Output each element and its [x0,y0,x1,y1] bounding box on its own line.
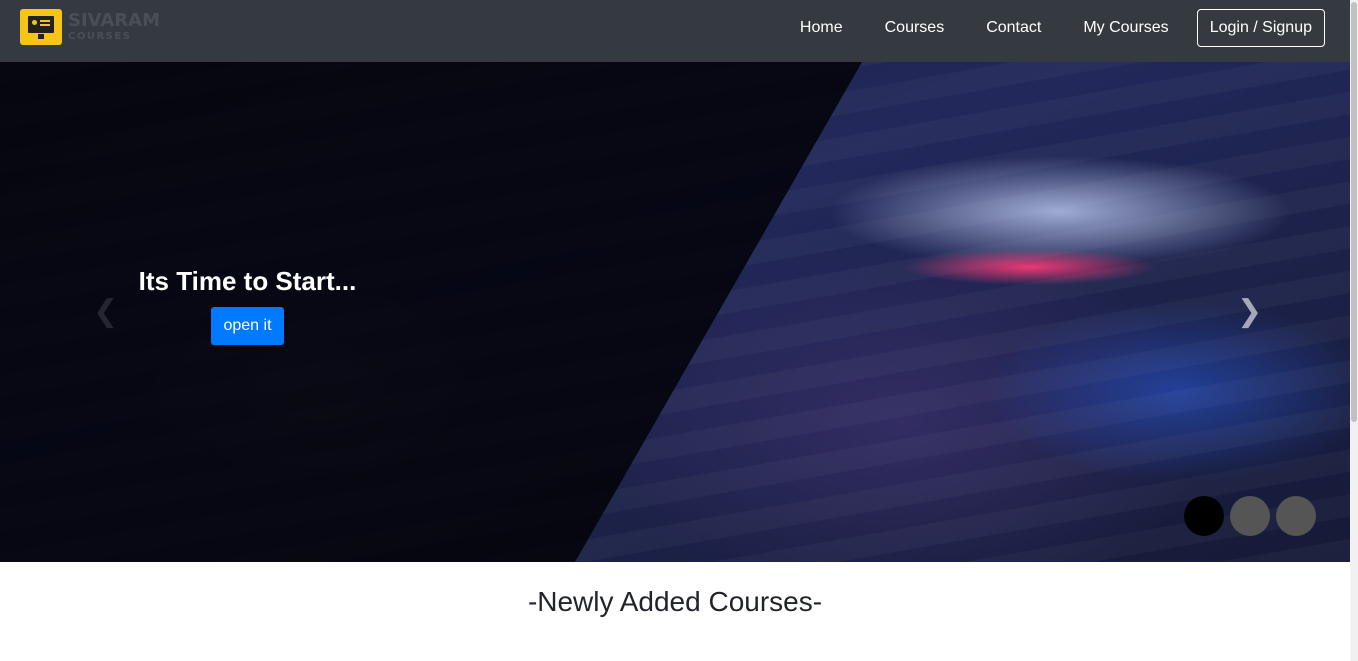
open-it-button[interactable]: open it [211,307,284,345]
nav-my-courses-link[interactable]: My Courses [1083,19,1168,37]
nav-home-link[interactable]: Home [800,19,843,37]
caption-title: Its Time to Start... [138,266,357,296]
brand-name: SIVARAM [68,10,161,31]
nav-courses-link[interactable]: Courses [885,19,945,37]
navbar: SIVARAM COURSES Home Courses Contact My … [0,0,1350,62]
brand-subtitle: COURSES [68,31,132,42]
hero-carousel: ❮ ❯ Its Time to Start... open it [0,62,1350,562]
carousel-indicator-3[interactable] [1276,496,1316,536]
brand-text: SIVARAM COURSES [68,12,160,42]
carousel-indicator-2[interactable] [1230,496,1270,536]
carousel-indicator-1[interactable] [1184,496,1224,536]
brand-logo[interactable]: SIVARAM COURSES [20,9,160,45]
monitor-logo-icon [20,9,62,45]
chevron-left-icon[interactable]: ❮ [93,294,118,329]
chevron-right-icon[interactable]: ❯ [1237,294,1262,329]
nav-links: Home Courses Contact My Courses Login / … [800,0,1325,55]
nav-contact-link[interactable]: Contact [986,19,1041,37]
scrollbar-thumb[interactable] [1351,2,1357,422]
carousel-indicators [1184,496,1322,536]
page-scrollbar[interactable] [1350,0,1358,661]
carousel-caption: Its Time to Start... open it [135,266,360,345]
login-signup-button[interactable]: Login / Signup [1196,8,1325,47]
section-title: -Newly Added Courses- [527,586,823,617]
